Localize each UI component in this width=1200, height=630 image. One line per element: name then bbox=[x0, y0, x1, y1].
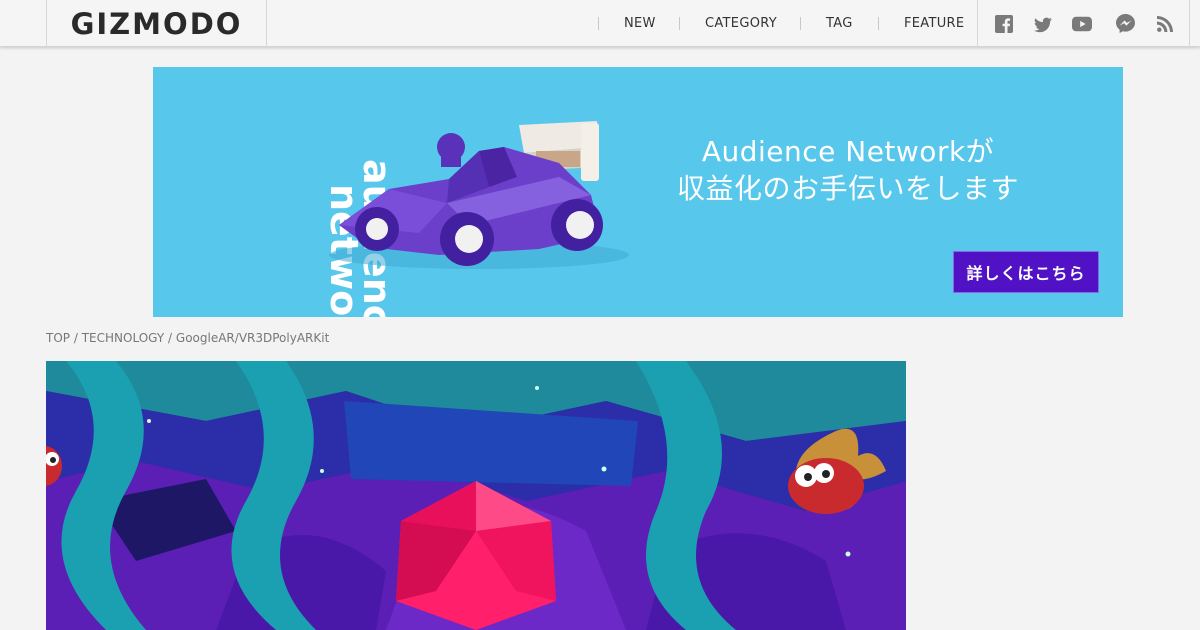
underwater-scene-illustration bbox=[46, 361, 906, 630]
nav-feature-label: FEATURE bbox=[904, 16, 965, 31]
nav-tag[interactable]: TAG bbox=[800, 0, 878, 47]
nav-new-label: NEW bbox=[624, 16, 656, 31]
logo-link[interactable]: GIZMODO bbox=[46, 0, 267, 47]
ad-headline-line-2: 収益化のお手伝いをします bbox=[676, 172, 1019, 205]
race-car-illustration bbox=[329, 121, 629, 269]
youtube-icon[interactable] bbox=[1072, 14, 1092, 34]
breadcrumb-technology[interactable]: TECHNOLOGY bbox=[82, 331, 164, 345]
breadcrumb-separator: / bbox=[168, 331, 173, 345]
nav-category-label: CATEGORY bbox=[705, 16, 777, 31]
hero-image bbox=[46, 361, 906, 630]
ad-headline: Audience Networkが 収益化のお手伝いをします bbox=[663, 133, 1033, 207]
nav-tag-label: TAG bbox=[826, 16, 853, 31]
nav-new[interactable]: NEW bbox=[598, 0, 679, 47]
ad-cta-button[interactable]: 詳しくはこちら bbox=[953, 251, 1099, 293]
breadcrumb: TOP / TECHNOLOGY / GoogleAR/VR3DPolyARKi… bbox=[46, 331, 329, 345]
facebook-icon[interactable] bbox=[994, 14, 1014, 34]
breadcrumb-top[interactable]: TOP bbox=[46, 331, 70, 345]
nav-category[interactable]: CATEGORY bbox=[679, 0, 800, 47]
site-logo: GIZMODO bbox=[70, 6, 243, 41]
breadcrumb-current: GoogleAR/VR3DPolyARKit bbox=[175, 331, 330, 345]
rss-icon[interactable] bbox=[1155, 14, 1175, 34]
ad-headline-line-1: Audience Networkが bbox=[701, 135, 995, 168]
twitter-icon[interactable] bbox=[1033, 15, 1053, 35]
breadcrumb-separator: / bbox=[73, 331, 78, 345]
nav-feature[interactable]: FEATURE bbox=[878, 0, 978, 47]
main-nav: NEW CATEGORY TAG FEATURE bbox=[598, 0, 978, 47]
social-links bbox=[977, 0, 1190, 47]
site-header: GIZMODO NEW CATEGORY TAG FEATURE bbox=[0, 0, 1200, 47]
messenger-icon[interactable] bbox=[1115, 13, 1135, 33]
ad-banner[interactable]: audience network by facebook Audience Ne… bbox=[153, 67, 1123, 317]
